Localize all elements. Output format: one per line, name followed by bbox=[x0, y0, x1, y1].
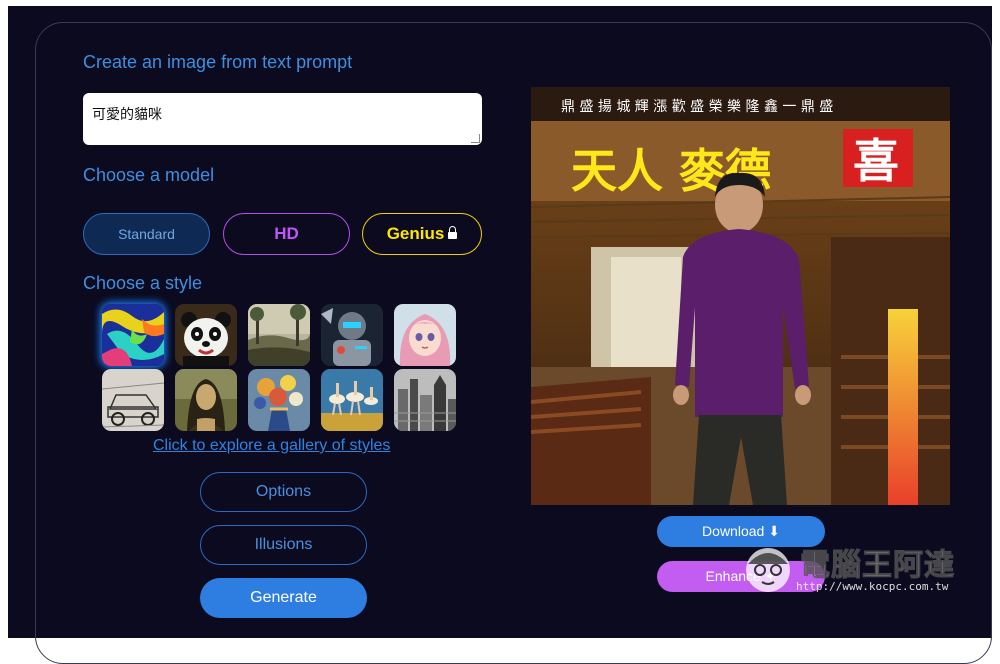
sign-red-text: 喜 bbox=[853, 134, 899, 188]
create-heading: Create an image from text prompt bbox=[83, 52, 353, 72]
style-thumb-sketch-car[interactable] bbox=[102, 369, 164, 431]
generate-button[interactable]: Generate bbox=[200, 578, 367, 618]
options-button[interactable]: Options bbox=[200, 472, 367, 512]
watermark-url: http://www.kocpc.com.tw bbox=[796, 580, 949, 593]
watermark-mascot-icon bbox=[746, 548, 790, 592]
model-hd-label: HD bbox=[274, 224, 299, 243]
options-label: Options bbox=[255, 483, 312, 500]
prompt-input[interactable]: 可愛的貓咪 bbox=[83, 93, 482, 145]
style-thumb-flowers[interactable] bbox=[248, 369, 310, 431]
lock-icon bbox=[448, 225, 458, 239]
model-genius-label: Genius bbox=[386, 224, 445, 243]
style-thumb-abstract[interactable] bbox=[102, 304, 164, 366]
style-thumb-panda[interactable] bbox=[175, 304, 237, 366]
model-hd-button[interactable]: HD bbox=[223, 213, 350, 255]
illusions-button[interactable]: Illusions bbox=[200, 525, 367, 565]
banner-text: 鼎 盛 揚 城 輝 漲 歡 盛 榮 樂 隆 鑫 一 鼎 盛 bbox=[561, 98, 833, 115]
download-label: Download ⬇ bbox=[702, 523, 780, 539]
gallery-of-styles-link[interactable]: Click to explore a gallery of styles bbox=[153, 437, 390, 455]
watermark-title: 電腦王阿達 bbox=[800, 548, 955, 584]
generate-label: Generate bbox=[250, 589, 317, 606]
style-thumb-city-sketch[interactable] bbox=[394, 369, 456, 431]
generated-image: 天人 麥德 喜 鼎 盛 揚 城 輝 漲 歡 盛 榮 樂 隆 鑫 一 鼎 盛 bbox=[531, 87, 950, 505]
illusions-label: Illusions bbox=[254, 536, 313, 553]
model-heading: Choose a model bbox=[83, 165, 215, 185]
resize-handle-icon[interactable] bbox=[471, 134, 480, 143]
model-standard-label: Standard bbox=[118, 226, 175, 242]
watermark: 電腦王阿達 http://www.kocpc.com.tw bbox=[740, 540, 980, 600]
style-thumb-mona-lisa[interactable] bbox=[175, 369, 237, 431]
prompt-value: 可愛的貓咪 bbox=[92, 107, 162, 123]
style-thumb-ballet[interactable] bbox=[321, 369, 383, 431]
model-genius-button[interactable]: Genius bbox=[362, 213, 482, 255]
style-thumb-robot[interactable] bbox=[321, 304, 383, 366]
style-thumb-anime-girl[interactable] bbox=[394, 304, 456, 366]
style-thumb-landscape[interactable] bbox=[248, 304, 310, 366]
model-standard-button[interactable]: Standard bbox=[83, 213, 210, 255]
style-heading: Choose a style bbox=[83, 273, 203, 293]
